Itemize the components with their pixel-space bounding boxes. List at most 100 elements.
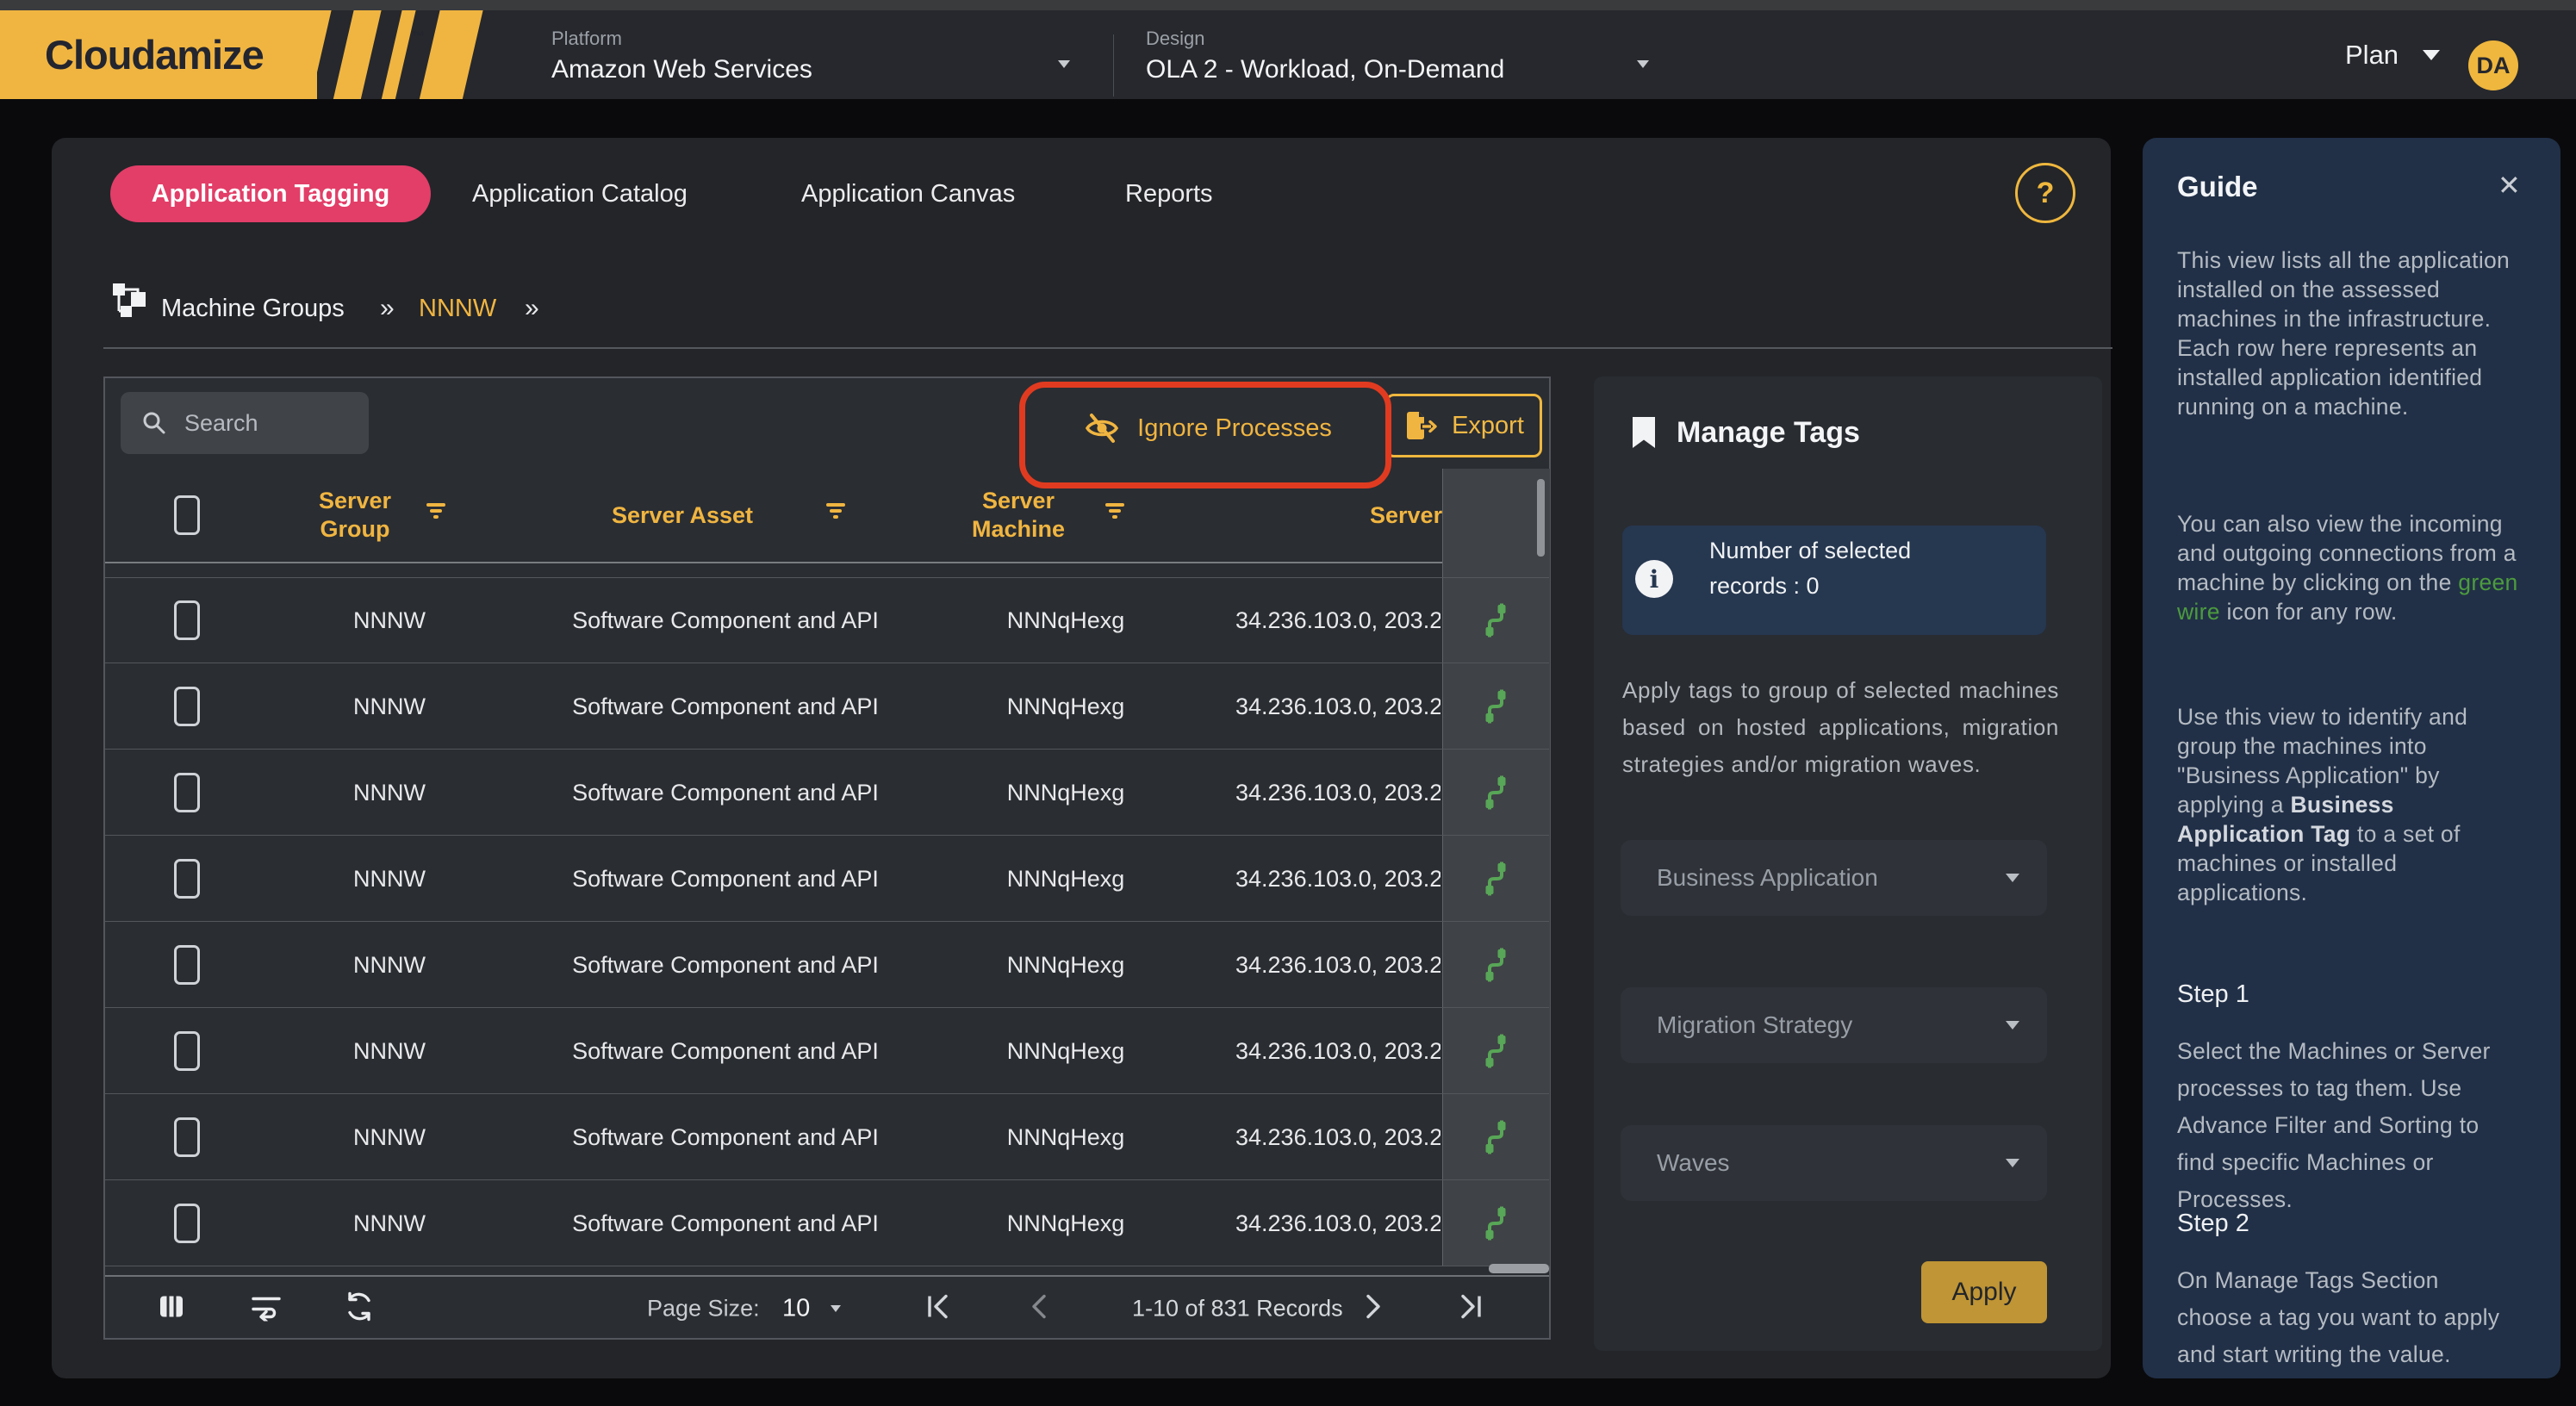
wire-connections-icon[interactable] — [1442, 1094, 1549, 1180]
wrap-rows-icon[interactable] — [250, 1291, 283, 1325]
header-divider — [1113, 34, 1114, 96]
row-checkbox[interactable] — [174, 945, 200, 985]
wire-connections-icon[interactable] — [1442, 750, 1549, 836]
tab-application-canvas[interactable]: Application Canvas — [801, 165, 1015, 222]
cell-server-group: NNNW — [320, 1180, 458, 1266]
wire-connections-icon[interactable] — [1442, 1180, 1549, 1266]
wire-connections-icon[interactable] — [1442, 1008, 1549, 1094]
plan-label: Plan — [2345, 40, 2399, 71]
export-icon — [1403, 410, 1438, 441]
cell-server-ips: 34.236.103.0, 203.24 — [1235, 1094, 1440, 1180]
top-strip — [0, 0, 2576, 10]
cell-server-asset: Software Component and API — [553, 1180, 898, 1266]
apply-button[interactable]: Apply — [1921, 1261, 2047, 1323]
cell-server-machine: NNNqHexg — [949, 922, 1182, 1008]
info-icon: i — [1635, 560, 1673, 598]
refresh-icon[interactable] — [343, 1290, 376, 1327]
filter-icon[interactable] — [1104, 501, 1125, 525]
table-row: NNNW Software Component and API NNNqHexg… — [105, 1094, 1549, 1180]
filter-icon[interactable] — [825, 501, 846, 525]
cloudamize-logo[interactable]: Cloudamize ™ — [0, 10, 517, 99]
plan-menu[interactable]: Plan — [2345, 40, 2440, 71]
row-checkbox[interactable] — [174, 859, 200, 899]
last-page-button[interactable] — [1458, 1292, 1484, 1324]
row-checkbox[interactable] — [174, 773, 200, 812]
first-page-button[interactable] — [925, 1292, 951, 1324]
chevron-down-icon[interactable] — [1637, 60, 1649, 68]
breadcrumb-machine-groups[interactable]: Machine Groups — [161, 295, 345, 323]
tab-application-tagging[interactable]: Application Tagging — [110, 165, 431, 222]
row-checkbox[interactable] — [174, 1117, 200, 1157]
app-header: Cloudamize ™ Platform Amazon Web Service… — [0, 10, 2576, 99]
logo-text: Cloudamize — [45, 31, 264, 78]
business-application-label: Business Application — [1657, 864, 1878, 892]
table-row: NNNW Software Component and API NNNqHexg… — [105, 663, 1549, 750]
wire-connections-icon[interactable] — [1442, 836, 1549, 922]
ignore-processes-button[interactable]: Ignore Processes — [1036, 387, 1380, 470]
row-checkbox[interactable] — [174, 600, 200, 640]
previous-page-button[interactable] — [1029, 1292, 1048, 1324]
chevron-down-icon — [2423, 50, 2440, 60]
breadcrumb-group-nnnw[interactable]: NNNW — [419, 295, 496, 323]
close-icon[interactable]: ✕ — [2498, 169, 2521, 202]
search-box[interactable] — [121, 392, 369, 454]
horizontal-scrollbar-thumb[interactable] — [1489, 1264, 1549, 1273]
select-all-checkbox[interactable] — [174, 495, 200, 535]
vertical-scrollbar-thumb[interactable] — [1537, 479, 1545, 557]
column-header-server-group[interactable]: Server Group — [286, 487, 424, 544]
bookmark-icon — [1630, 414, 1658, 455]
manage-tags-title: Manage Tags — [1677, 416, 1860, 450]
guide-paragraph-2: You can also view the incoming and outgo… — [2177, 509, 2520, 626]
logo-stripe — [380, 10, 417, 99]
cell-server-asset: Software Component and API — [553, 663, 898, 750]
table-row: NNNW Software Component and API NNNqHexg… — [105, 1180, 1549, 1266]
cell-server-asset: Software Component and API — [553, 1008, 898, 1094]
next-page-button[interactable] — [1365, 1292, 1384, 1324]
cell-server-ips: 34.236.103.0, 203.24 — [1235, 836, 1440, 922]
migration-strategy-label: Migration Strategy — [1657, 1011, 1852, 1039]
cell-server-group: NNNW — [320, 922, 458, 1008]
table-row: NNNW Software Component and API NNNqHexg… — [105, 922, 1549, 1008]
chevron-down-icon — [2006, 874, 2019, 882]
row-checkbox[interactable] — [174, 1204, 200, 1243]
tab-reports[interactable]: Reports — [1125, 165, 1213, 222]
table-footer: Page Size: 10 1-10 of 831 Records — [105, 1275, 1549, 1340]
guide-step1-title: Step 1 — [2177, 980, 2249, 1009]
search-input[interactable] — [183, 409, 350, 438]
table-row: NNNW Software Component and API NNNqHexg… — [105, 750, 1549, 836]
column-chooser-icon[interactable] — [157, 1291, 186, 1325]
chevron-down-icon — [2006, 1159, 2019, 1167]
migration-strategy-select[interactable]: Migration Strategy — [1621, 987, 2047, 1063]
design-select[interactable]: Design OLA 2 - Workload, On-Demand — [1146, 28, 1504, 84]
column-header-server-machine[interactable]: Server Machine — [949, 487, 1087, 544]
page-size-value[interactable]: 10 — [782, 1294, 810, 1322]
row-checkbox[interactable] — [174, 1031, 200, 1071]
wire-connections-icon[interactable] — [1442, 922, 1549, 1008]
wire-connections-icon[interactable] — [1442, 663, 1549, 750]
help-icon[interactable]: ? — [2015, 163, 2075, 223]
filter-icon[interactable] — [426, 501, 446, 525]
column-header-server-asset[interactable]: Server Asset — [553, 501, 812, 530]
cell-server-machine: NNNqHexg — [949, 663, 1182, 750]
avatar[interactable]: DA — [2468, 40, 2518, 90]
cell-server-asset: Software Component and API — [553, 836, 898, 922]
search-icon — [141, 410, 167, 436]
guide-step2-title: Step 2 — [2177, 1210, 2249, 1238]
business-application-select[interactable]: Business Application — [1621, 840, 2047, 916]
tab-application-catalog[interactable]: Application Catalog — [472, 165, 688, 222]
export-button[interactable]: Export — [1385, 394, 1542, 457]
cell-server-machine: NNNqHexg — [949, 836, 1182, 922]
row-checkbox[interactable] — [174, 687, 200, 726]
cell-server-group: NNNW — [320, 577, 458, 663]
cell-server-group: NNNW — [320, 1008, 458, 1094]
table-row: NNNW Software Component and API NNNqHexg… — [105, 577, 1549, 663]
cell-server-machine: NNNqHexg — [949, 1180, 1182, 1266]
cell-server-machine: NNNqHexg — [949, 750, 1182, 836]
logo-trademark: ™ — [412, 29, 425, 44]
chevron-down-icon[interactable] — [831, 1305, 841, 1312]
platform-select[interactable]: Platform Amazon Web Services — [551, 28, 812, 84]
wire-connections-icon[interactable] — [1442, 577, 1549, 663]
cell-server-asset: Software Component and API — [553, 577, 898, 663]
chevron-down-icon[interactable] — [1058, 60, 1070, 68]
waves-select[interactable]: Waves — [1621, 1125, 2047, 1201]
